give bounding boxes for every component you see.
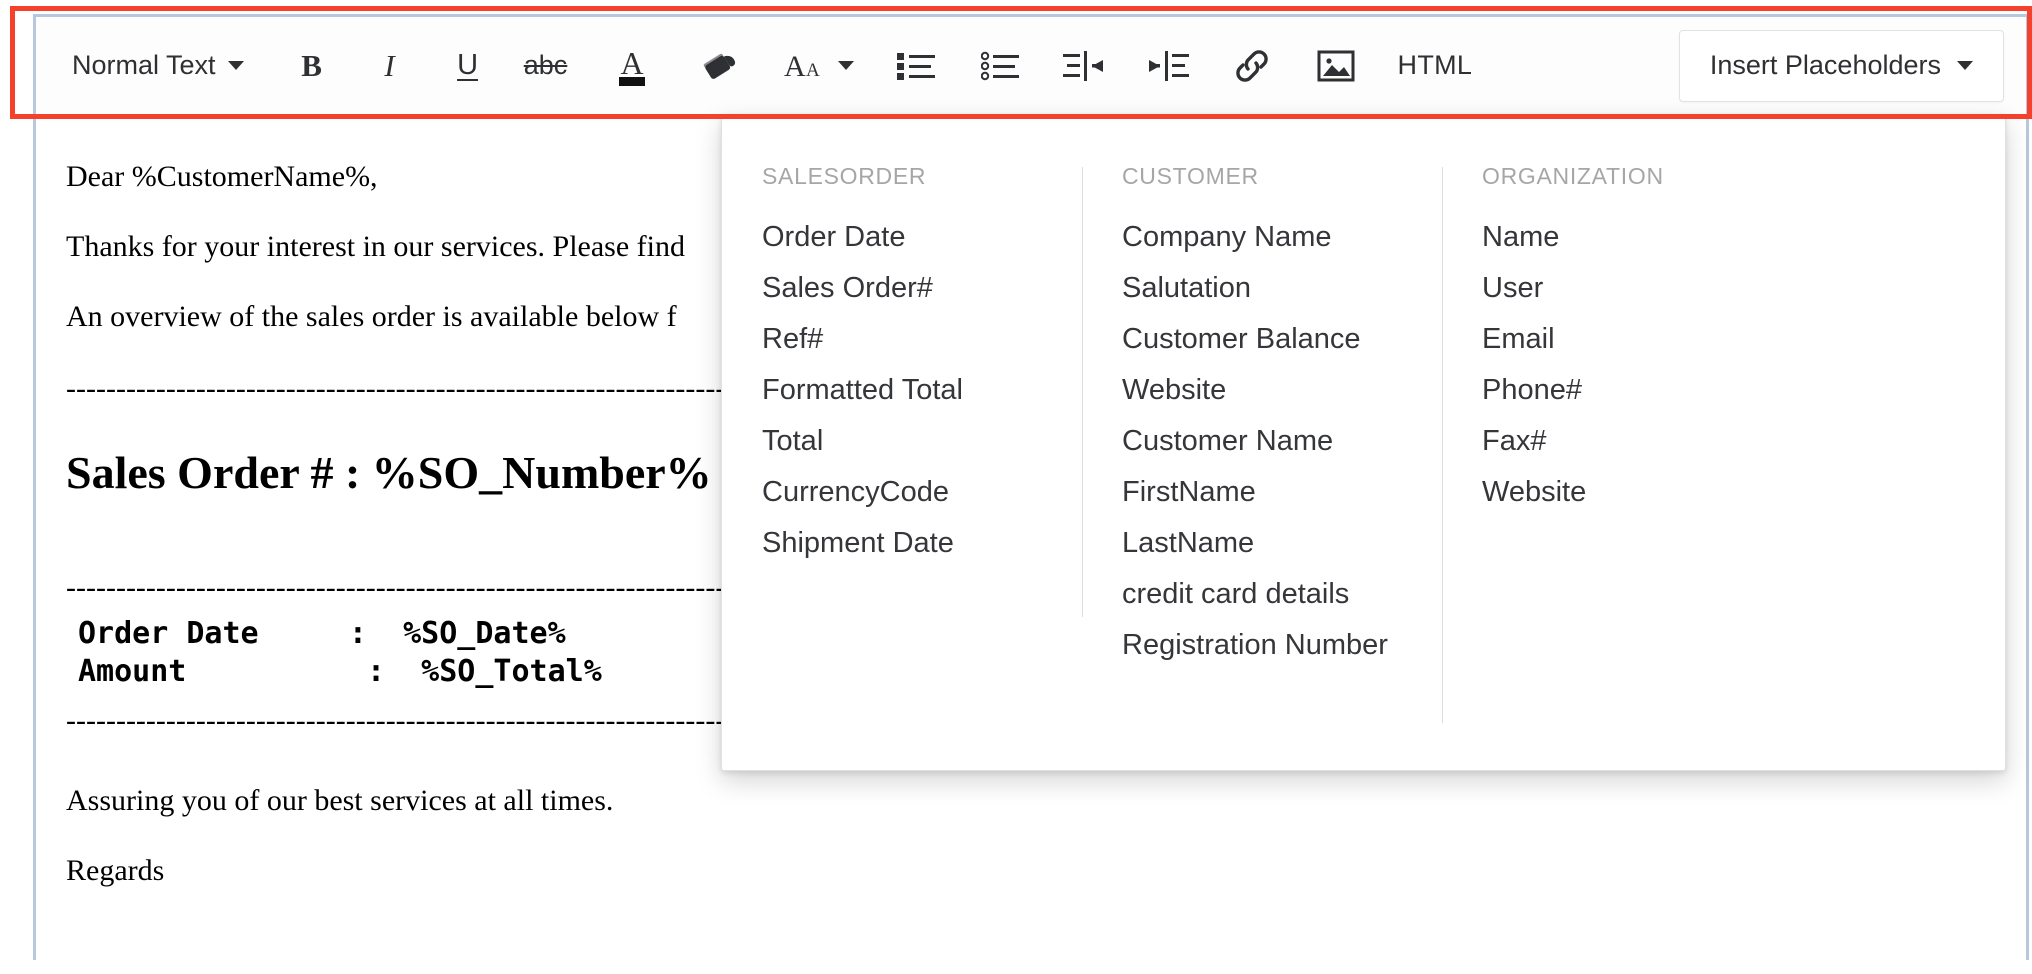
placeholder-item[interactable]: Website bbox=[1482, 469, 1802, 520]
font-size-button[interactable]: A A bbox=[782, 37, 854, 95]
underline-button[interactable]: U bbox=[446, 37, 490, 95]
chevron-down-icon bbox=[1957, 61, 1973, 70]
placeholder-item[interactable]: Phone# bbox=[1482, 367, 1802, 418]
placeholder-item[interactable]: CurrencyCode bbox=[762, 469, 1082, 520]
placeholder-item[interactable]: Sales Order# bbox=[762, 265, 1082, 316]
doc-closing: Assuring you of our best services at all… bbox=[66, 786, 2026, 816]
image-icon bbox=[1317, 49, 1355, 83]
placeholder-item[interactable]: Formatted Total bbox=[762, 367, 1082, 418]
placeholder-item[interactable]: Company Name bbox=[1122, 214, 1442, 265]
paint-bucket-icon bbox=[698, 46, 738, 86]
placeholder-item[interactable]: Email bbox=[1482, 316, 1802, 367]
placeholder-item[interactable]: Order Date bbox=[762, 214, 1082, 265]
strikethrough-button[interactable]: abc bbox=[524, 37, 568, 95]
placeholder-column-title: SALESORDER bbox=[762, 163, 1082, 190]
placeholder-item[interactable]: Ref# bbox=[762, 316, 1082, 367]
highlight-color-button[interactable] bbox=[696, 37, 740, 95]
indent-icon bbox=[1147, 49, 1189, 83]
bulleted-list-button[interactable] bbox=[894, 37, 938, 95]
placeholder-item[interactable]: credit card details bbox=[1122, 571, 1442, 622]
indent-button[interactable] bbox=[1146, 37, 1190, 95]
placeholder-item[interactable]: Name bbox=[1482, 214, 1802, 265]
placeholder-column-organization: ORGANIZATION Name User Email Phone# Fax#… bbox=[1442, 163, 1802, 770]
bold-button[interactable]: B bbox=[290, 37, 334, 95]
numbered-list-button[interactable] bbox=[978, 37, 1022, 95]
insert-placeholders-label: Insert Placeholders bbox=[1710, 50, 1941, 81]
font-size-icon: A A bbox=[782, 46, 828, 86]
insert-image-button[interactable] bbox=[1314, 37, 1358, 95]
editor-toolbar: Normal Text B I U abc A bbox=[36, 17, 2026, 117]
insert-placeholders-dropdown-panel[interactable]: SALESORDER Order Date Sales Order# Ref# … bbox=[721, 114, 2006, 771]
svg-text:A: A bbox=[806, 60, 820, 81]
placeholder-item[interactable]: Fax# bbox=[1482, 418, 1802, 469]
insert-placeholders-button[interactable]: Insert Placeholders bbox=[1679, 30, 2004, 102]
placeholder-item[interactable]: Customer Name bbox=[1122, 418, 1442, 469]
placeholder-item[interactable]: Salutation bbox=[1122, 265, 1442, 316]
outdent-icon bbox=[1063, 49, 1105, 83]
placeholder-item[interactable]: Customer Balance bbox=[1122, 316, 1442, 367]
paragraph-style-dropdown[interactable]: Normal Text bbox=[72, 50, 252, 81]
placeholder-item[interactable]: Registration Number bbox=[1122, 622, 1442, 673]
placeholder-item[interactable]: Shipment Date bbox=[762, 520, 1082, 571]
paragraph-style-label: Normal Text bbox=[72, 50, 216, 81]
text-color-button[interactable]: A bbox=[610, 37, 654, 95]
html-source-button[interactable]: HTML bbox=[1398, 37, 1473, 95]
placeholder-item[interactable]: FirstName bbox=[1122, 469, 1442, 520]
chevron-down-icon bbox=[228, 61, 244, 70]
doc-signoff: Regards bbox=[66, 856, 2026, 886]
column-divider bbox=[1082, 167, 1083, 617]
chevron-down-icon bbox=[838, 61, 854, 70]
bulleted-list-icon bbox=[897, 50, 935, 82]
placeholder-column-title: ORGANIZATION bbox=[1482, 163, 1802, 190]
numbered-list-icon bbox=[981, 50, 1019, 82]
svg-text:A: A bbox=[784, 50, 806, 83]
link-icon bbox=[1232, 47, 1272, 85]
column-divider bbox=[1442, 167, 1443, 723]
text-color-icon: A bbox=[613, 44, 651, 88]
placeholder-column-title: CUSTOMER bbox=[1122, 163, 1442, 190]
svg-text:A: A bbox=[620, 45, 643, 81]
placeholder-item[interactable]: LastName bbox=[1122, 520, 1442, 571]
placeholder-column-customer: CUSTOMER Company Name Salutation Custome… bbox=[1082, 163, 1442, 770]
placeholder-column-salesorder: SALESORDER Order Date Sales Order# Ref# … bbox=[722, 163, 1082, 770]
outdent-button[interactable] bbox=[1062, 37, 1106, 95]
placeholder-item[interactable]: User bbox=[1482, 265, 1802, 316]
italic-button[interactable]: I bbox=[368, 37, 412, 95]
placeholder-item[interactable]: Website bbox=[1122, 367, 1442, 418]
insert-link-button[interactable] bbox=[1230, 37, 1274, 95]
editor-screen: Dear %CustomerName%, Thanks for your int… bbox=[0, 0, 2032, 974]
placeholder-item[interactable]: Total bbox=[762, 418, 1082, 469]
